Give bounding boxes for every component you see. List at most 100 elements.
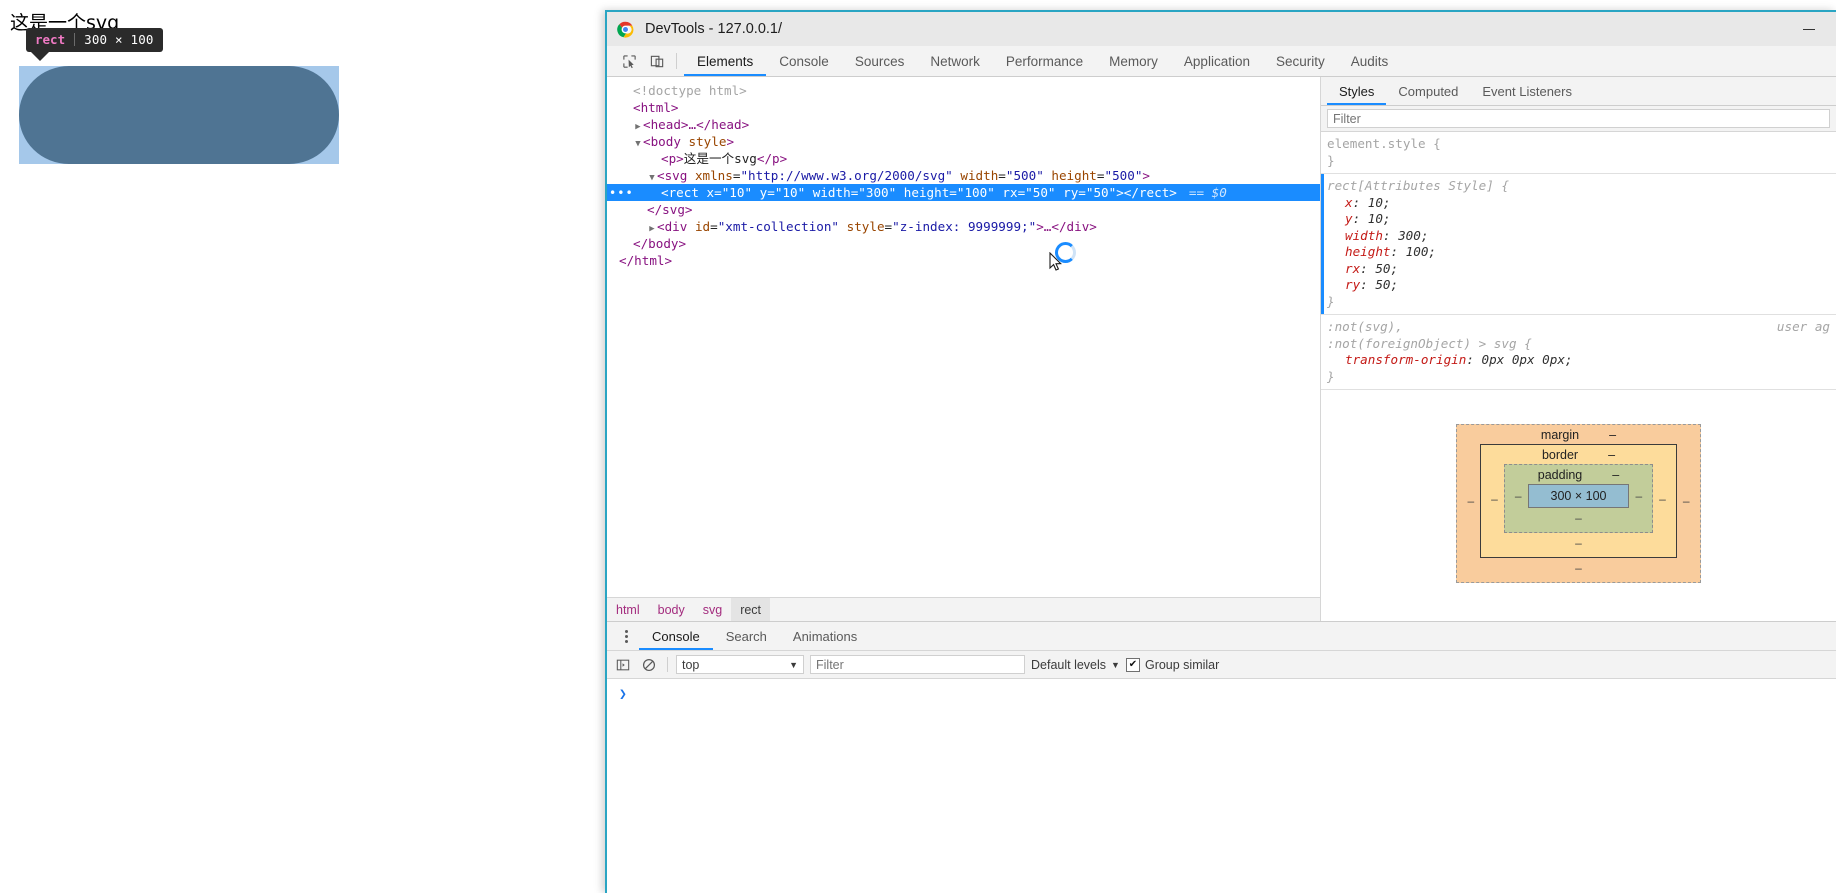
tooltip-dimensions: 300 × 100 xyxy=(84,32,154,47)
css-declaration-width[interactable]: width: 300; xyxy=(1327,228,1836,245)
svg-open-tag: <svg xyxy=(657,168,688,183)
drawer-tab-search[interactable]: Search xyxy=(713,622,780,650)
dom-line-paragraph[interactable]: <p>这是一个svg</p> xyxy=(607,150,1320,167)
tab-memory-label: Memory xyxy=(1109,53,1158,69)
padding-bottom-value[interactable]: – xyxy=(1515,508,1642,525)
border-label-row: border – xyxy=(1491,448,1666,464)
device-toolbar-button[interactable] xyxy=(643,46,671,76)
minimize-button[interactable] xyxy=(1792,20,1826,38)
dom-line-html-open[interactable]: <html> xyxy=(607,99,1320,116)
more-options-button[interactable] xyxy=(613,622,639,650)
tab-computed[interactable]: Computed xyxy=(1386,77,1470,105)
drawer-tab-animations-label: Animations xyxy=(792,628,858,644)
dom-line-svg-close[interactable]: </svg> xyxy=(607,201,1320,218)
margin-left-value[interactable]: – xyxy=(1467,494,1474,508)
padding-top-value[interactable]: – xyxy=(1612,468,1619,482)
breadcrumb-svg-label: svg xyxy=(702,602,723,617)
border-right-value[interactable]: – xyxy=(1659,492,1666,506)
dom-line-doctype[interactable]: <!doctype html> xyxy=(607,82,1320,99)
breadcrumb-item-rect[interactable]: rect xyxy=(731,598,771,621)
padding-right-value[interactable]: – xyxy=(1635,489,1642,503)
breadcrumb-item-body[interactable]: body xyxy=(649,598,694,621)
tab-network[interactable]: Network xyxy=(917,46,993,76)
console-context-select[interactable]: top ▼ xyxy=(676,655,804,674)
padding-left-value[interactable]: – xyxy=(1515,489,1522,503)
border-mid-row: – padding – – 300 × 100 – – – xyxy=(1491,464,1666,533)
dom-line-html-close[interactable]: </html> xyxy=(607,252,1320,269)
rect-rx-value: "50" xyxy=(1025,185,1056,200)
breadcrumb: html body svg rect xyxy=(607,597,1320,621)
console-output[interactable]: ❯ xyxy=(607,679,1836,887)
box-model-diagram: margin – – border – – padding – – 300 × … xyxy=(1321,390,1836,583)
css-declaration-x[interactable]: x: 10; xyxy=(1327,195,1836,212)
css-rule-element-style[interactable]: element.style { } xyxy=(1321,132,1836,174)
tab-elements[interactable]: Elements xyxy=(684,46,767,76)
tab-styles-label: Styles xyxy=(1339,83,1375,99)
drawer-tab-console[interactable]: Console xyxy=(639,622,713,650)
dom-line-head[interactable]: ▶ <head>…</head> xyxy=(607,116,1320,133)
collapsed-ellipsis-badge[interactable]: ••• xyxy=(609,185,634,202)
console-levels-select[interactable]: Default levels ▼ xyxy=(1031,658,1120,672)
rect-attributes-selector: rect[Attributes Style] { xyxy=(1327,178,1509,193)
tab-event-listeners[interactable]: Event Listeners xyxy=(1470,77,1584,105)
breadcrumb-item-svg[interactable]: svg xyxy=(694,598,731,621)
tab-audits[interactable]: Audits xyxy=(1338,46,1402,76)
margin-top-value[interactable]: – xyxy=(1609,428,1616,442)
device-toolbar-icon xyxy=(650,55,663,67)
css-declaration-height[interactable]: height: 100; xyxy=(1327,244,1836,261)
css-prop-transform-origin: transform-origin xyxy=(1345,352,1467,367)
p-open-tag: <p> xyxy=(661,151,684,166)
tab-application[interactable]: Application xyxy=(1171,46,1263,76)
console-sidebar-button[interactable] xyxy=(613,658,633,672)
box-model-margin-layer[interactable]: margin – – border – – padding – – 300 × … xyxy=(1456,424,1701,583)
console-toolbar-separator xyxy=(667,657,668,672)
body-style-attr: style xyxy=(688,134,727,149)
margin-right-value[interactable]: – xyxy=(1683,494,1690,508)
window-title: DevTools - 127.0.0.1/ xyxy=(645,21,783,37)
box-model-padding-layer[interactable]: padding – – 300 × 100 – – xyxy=(1503,464,1654,533)
tab-performance[interactable]: Performance xyxy=(993,46,1096,76)
css-declaration-ry[interactable]: ry: 50; xyxy=(1327,277,1836,294)
svg-xmlns-name: xmlns xyxy=(694,168,733,183)
dom-line-div-collection[interactable]: ▶ <div id="xmt-collection" style="z-index… xyxy=(607,218,1320,235)
tab-console[interactable]: Console xyxy=(766,46,842,76)
css-rule-rect-attributes[interactable]: rect[Attributes Style] { x: 10; y: 10; w… xyxy=(1321,174,1836,315)
tab-sources[interactable]: Sources xyxy=(842,46,918,76)
css-prop-rx: rx xyxy=(1345,260,1361,276)
group-similar-checkbox[interactable]: ✔ xyxy=(1125,657,1140,672)
border-top-value[interactable]: – xyxy=(1608,448,1615,462)
inspect-element-button[interactable] xyxy=(615,46,643,76)
clear-console-button[interactable] xyxy=(639,658,659,672)
css-declaration-transform-origin[interactable]: transform-origin: 0px 0px 0px; xyxy=(1327,352,1836,369)
dom-tree[interactable]: <!doctype html> <html> ▶ <head>…</head> ▼… xyxy=(607,77,1320,269)
box-model-content-box[interactable]: 300 × 100 xyxy=(1527,484,1630,508)
p-close-tag: </p> xyxy=(756,151,788,166)
margin-label: margin xyxy=(1540,428,1580,442)
margin-bottom-value[interactable]: – xyxy=(1467,558,1689,575)
border-left-value[interactable]: – xyxy=(1491,492,1498,506)
body-bracket: > xyxy=(726,134,735,149)
tab-memory[interactable]: Memory xyxy=(1096,46,1171,76)
drawer-tab-animations[interactable]: Animations xyxy=(780,622,870,650)
dom-line-body-open[interactable]: ▼ <body style> xyxy=(607,133,1320,150)
tab-security[interactable]: Security xyxy=(1263,46,1338,76)
css-rule-user-agent[interactable]: :not(svg), user ag :not(foreignObject) >… xyxy=(1321,315,1836,390)
tab-audits-label: Audits xyxy=(1350,53,1389,69)
dom-line-rect-selected[interactable]: ••• <rect x="10" y="10" width="300" heigh… xyxy=(607,184,1320,201)
console-filter-input[interactable] xyxy=(810,655,1025,674)
content-size-label: 300 × 100 xyxy=(1550,489,1607,503)
console-prompt[interactable]: ❯ xyxy=(607,687,1836,702)
dom-line-svg-open[interactable]: ▼ <svg xmlns="http://www.w3.org/2000/svg"… xyxy=(607,167,1320,184)
css-declaration-y[interactable]: y: 10; xyxy=(1327,211,1836,228)
rect-x-name: x xyxy=(706,185,715,200)
tab-styles[interactable]: Styles xyxy=(1327,77,1387,105)
box-model-border-layer[interactable]: border – – padding – – 300 × 100 – – – – xyxy=(1480,444,1677,558)
breadcrumb-item-html[interactable]: html xyxy=(607,598,649,621)
border-bottom-value[interactable]: – xyxy=(1491,533,1666,550)
svg-rect-shape[interactable] xyxy=(19,66,339,164)
styles-filter-input[interactable] xyxy=(1327,109,1830,128)
css-declaration-rx[interactable]: rx: 50; xyxy=(1327,261,1836,278)
group-similar-toggle[interactable]: ✔ Group similar xyxy=(1125,657,1219,672)
dom-line-body-close[interactable]: </body> xyxy=(607,235,1320,252)
devtools-window: DevTools - 127.0.0.1/ Elements Console S xyxy=(605,10,1836,893)
